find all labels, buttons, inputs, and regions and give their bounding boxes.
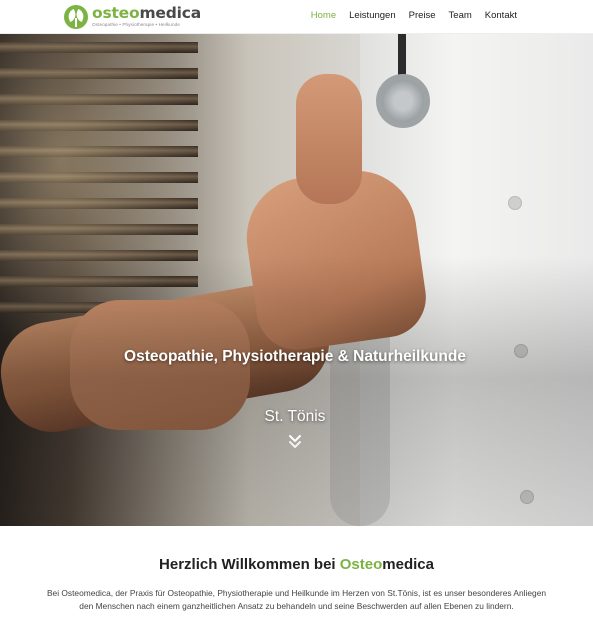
nav-item-home[interactable]: Home — [311, 10, 336, 21]
site-header: osteomedica Osteopathie • Physiotherapie… — [0, 0, 593, 34]
welcome-section: Herzlich Willkommen bei Osteomedica Bei … — [0, 526, 593, 617]
welcome-title-dark: medica — [382, 556, 434, 573]
welcome-title-green: Osteo — [339, 556, 383, 573]
main-nav: Home Leistungen Preise Team Kontakt — [311, 10, 517, 21]
nav-item-leistungen[interactable]: Leistungen — [349, 10, 395, 21]
welcome-text: Bei Osteomedica, der Praxis für Osteopat… — [46, 588, 547, 611]
nav-item-preise[interactable]: Preise — [409, 10, 436, 21]
nav-item-team[interactable]: Team — [449, 10, 472, 21]
hero-title: Osteopathie, Physiotherapie & Naturheilk… — [124, 348, 466, 365]
hero-subtitle: St. Tönis — [264, 408, 326, 425]
logo-name-green: osteo — [92, 3, 140, 22]
welcome-title-prefix: Herzlich Willkommen bei — [159, 556, 340, 573]
double-chevron-down-icon[interactable] — [285, 432, 305, 452]
nav-item-kontakt[interactable]: Kontakt — [485, 10, 517, 21]
logo-name-dark: medica — [139, 3, 201, 22]
logo[interactable]: osteomedica Osteopathie • Physiotherapie… — [64, 3, 201, 31]
logo-name: osteomedica — [92, 3, 201, 22]
logo-tagline: Osteopathie • Physiotherapie • Heilkunde — [92, 22, 180, 28]
logo-leaf-icon — [64, 5, 88, 29]
welcome-title: Herzlich Willkommen bei Osteomedica — [0, 556, 593, 573]
hero-banner: Osteopathie, Physiotherapie & Naturheilk… — [0, 34, 593, 526]
logo-text: osteomedica Osteopathie • Physiotherapie… — [92, 3, 201, 28]
